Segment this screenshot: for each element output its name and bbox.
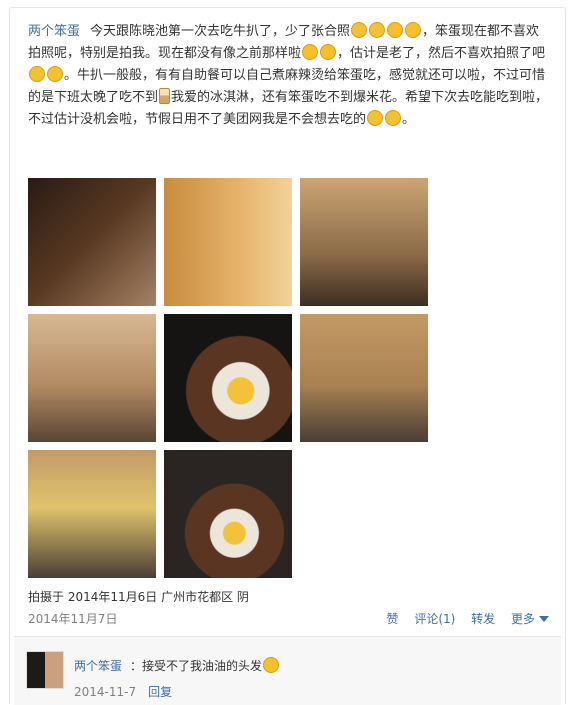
post-card: 两个笨蛋 今天跟陈晓池第一次去吃牛扒了，少了张合照 ，笨蛋现在都不喜欢拍照呢，特别是… xyxy=(9,7,566,705)
sad-face-emoji-icon xyxy=(47,66,63,82)
sad-face-emoji-icon xyxy=(385,110,402,126)
comment-footer: 2014-11-7 回复 xyxy=(74,683,172,700)
avatar[interactable] xyxy=(26,651,64,689)
post-date: 2014年11月7日 xyxy=(28,612,118,626)
comment-section: 两个笨蛋 ：接受不了我油油的头发 2014-11-7 回复 xyxy=(14,636,561,705)
photo-thumbnail-drink[interactable] xyxy=(28,178,156,306)
post-text-1: 今天跟陈晓池第一次去吃牛扒了，少了张合照 xyxy=(90,24,351,39)
chevron-down-icon xyxy=(539,616,549,622)
sad-face-emoji-icon xyxy=(369,22,386,38)
photo-thumbnail-eating[interactable] xyxy=(300,178,428,306)
pleading-face-emoji-icon xyxy=(320,44,337,60)
reply-button[interactable]: 回复 xyxy=(148,685,172,699)
comment-date: 2014-11-7 xyxy=(74,685,137,699)
comment-item: 两个笨蛋 ：接受不了我油油的头发 xyxy=(74,657,280,674)
post-author-link[interactable]: 两个笨蛋 xyxy=(28,24,80,39)
comment-button[interactable]: 评论(1) xyxy=(414,612,455,626)
photo-location-meta: 拍摄于 2014年11月6日 广州市花都区 阴 xyxy=(28,590,249,604)
more-label: 更多 xyxy=(510,612,535,626)
post-actions: 赞 评论(1) 转发 更多 xyxy=(374,610,549,627)
photo-thumbnail-boy[interactable] xyxy=(300,314,428,442)
photo-thumbnail-boy-2[interactable] xyxy=(28,450,156,578)
like-button[interactable]: 赞 xyxy=(386,612,398,626)
photo-thumbnail-steak-2[interactable] xyxy=(164,450,292,578)
photo-thumbnail-steak[interactable] xyxy=(164,314,292,442)
comment-text: ：接受不了我油油的头发 xyxy=(130,659,263,673)
ice-cream-emoji-icon xyxy=(159,88,171,104)
post-text-6: 。 xyxy=(402,112,416,127)
comment-author-link[interactable]: 两个笨蛋 xyxy=(74,659,122,673)
pleading-face-emoji-icon xyxy=(405,22,422,38)
crying-face-emoji-icon xyxy=(263,657,280,673)
photo-thumbnail-eating-2[interactable] xyxy=(28,314,156,442)
sad-face-emoji-icon xyxy=(367,110,384,126)
pleading-face-emoji-icon xyxy=(387,22,404,38)
post-text-3: ，估计是老了，然后不喜欢拍照了吧 xyxy=(337,46,546,61)
sad-face-emoji-icon xyxy=(351,22,368,38)
photo-thumbnail-portrait[interactable] xyxy=(164,178,292,306)
photo-grid xyxy=(28,178,438,578)
post-body: 两个笨蛋 今天跟陈晓池第一次去吃牛扒了，少了张合照 ，笨蛋现在都不喜欢拍照呢，特别是… xyxy=(28,21,551,131)
more-button[interactable]: 更多 xyxy=(511,612,549,626)
share-button[interactable]: 转发 xyxy=(471,612,495,626)
sad-face-emoji-icon xyxy=(29,66,45,82)
pleading-face-emoji-icon xyxy=(302,44,319,60)
